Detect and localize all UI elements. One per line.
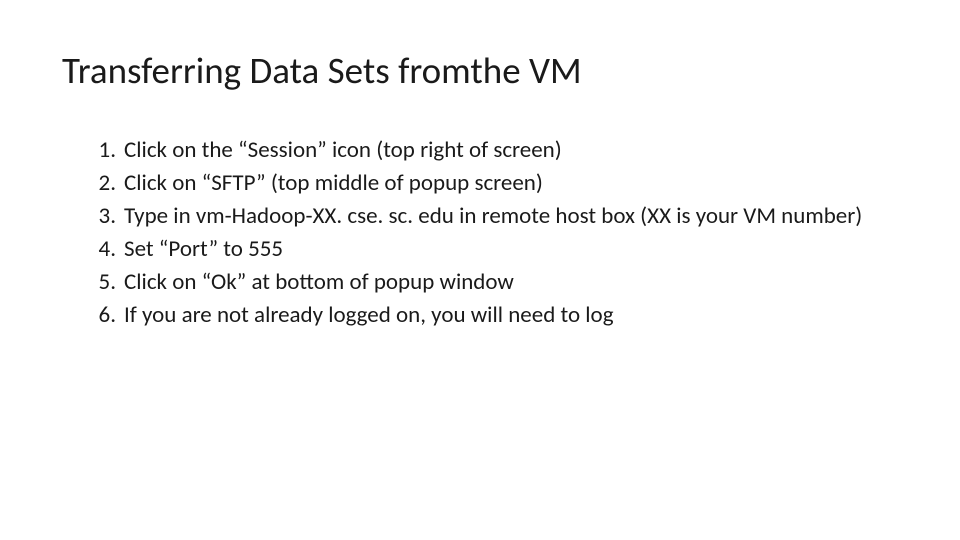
list-item: 3. Type in vm-Hadoop-XX. cse. sc. edu in… bbox=[124, 201, 898, 232]
list-marker: 1. bbox=[82, 135, 116, 166]
list-item-text: If you are not already logged on, you wi… bbox=[124, 301, 614, 329]
page-title: Transferring Data Sets fromthe VM bbox=[62, 48, 898, 93]
list-item-text: Type in vm-Hadoop-XX. cse. sc. edu in re… bbox=[124, 202, 862, 230]
list-marker: 3. bbox=[82, 201, 116, 232]
list-item: 4. Set “Port” to 555 bbox=[124, 234, 898, 265]
list-item: 5. Click on “Ok” at bottom of popup wind… bbox=[124, 267, 898, 298]
list-item: 1. Click on the “Session” icon (top righ… bbox=[124, 135, 898, 166]
list-marker: 4. bbox=[82, 234, 116, 265]
list-item-text: Set “Port” to 555 bbox=[124, 235, 283, 263]
list-item-text: Click on “Ok” at bottom of popup window bbox=[124, 268, 514, 296]
list-marker: 2. bbox=[82, 168, 116, 199]
list-item-text: Click on the “Session” icon (top right o… bbox=[124, 136, 562, 164]
list-item-text: Click on “SFTP” (top middle of popup scr… bbox=[124, 169, 543, 197]
list-marker: 5. bbox=[82, 267, 116, 298]
list-item: 6. If you are not already logged on, you… bbox=[124, 300, 898, 331]
instruction-list: 1. Click on the “Session” icon (top righ… bbox=[62, 135, 898, 331]
list-marker: 6. bbox=[82, 300, 116, 331]
list-item: 2. Click on “SFTP” (top middle of popup … bbox=[124, 168, 898, 199]
